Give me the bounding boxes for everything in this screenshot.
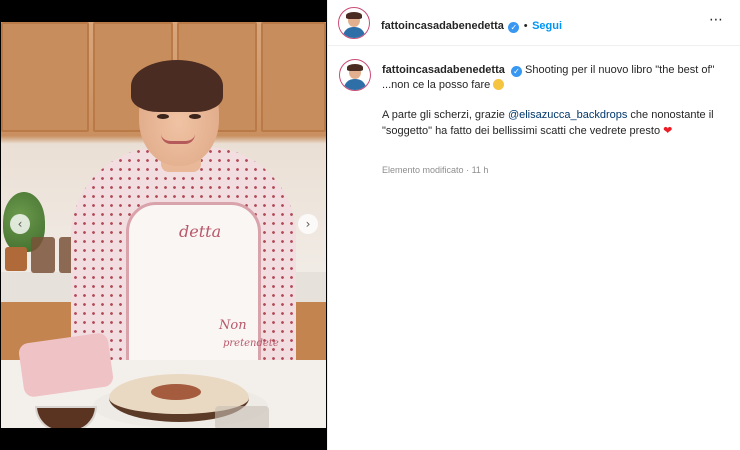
apron-text: pretendete bbox=[223, 338, 279, 349]
avatar-hair bbox=[346, 12, 362, 19]
apron-text: detta bbox=[179, 222, 222, 241]
mention-link[interactable]: @elisazucca_backdrops bbox=[508, 109, 627, 121]
apron-text: Non bbox=[219, 318, 247, 333]
post-photo[interactable]: detta Non pretendete bbox=[1, 22, 326, 428]
post-meta: Elemento modificato · 11 h bbox=[382, 165, 488, 175]
pane-divider bbox=[327, 0, 328, 450]
caption-username[interactable]: fattoincasadabenedetta bbox=[382, 64, 505, 76]
caption-text: ...non ce la posso fare bbox=[382, 79, 491, 91]
avatar[interactable] bbox=[338, 7, 370, 39]
caption-avatar[interactable] bbox=[339, 59, 371, 91]
bowl-of-beans bbox=[35, 406, 97, 428]
avatar-shirt bbox=[344, 79, 366, 90]
heart-emoji-icon: ❤ bbox=[663, 124, 673, 137]
header-username[interactable]: fattoincasadabenedetta bbox=[381, 20, 504, 32]
header-user-row: fattoincasadabenedetta ✓ • Segui bbox=[381, 16, 562, 34]
carousel-next-button[interactable]: › bbox=[298, 214, 318, 234]
more-options-icon[interactable]: ⋯ bbox=[709, 12, 724, 28]
verified-badge-icon: ✓ bbox=[510, 66, 522, 77]
post-header: fattoincasadabenedetta ✓ • Segui ⋯ bbox=[328, 0, 740, 46]
person-hair bbox=[131, 60, 223, 112]
caption-line: ...non ce la posso fare bbox=[382, 78, 722, 93]
jar bbox=[31, 237, 55, 273]
post-media: detta Non pretendete ‹ › bbox=[0, 0, 327, 450]
meta-separator: · bbox=[466, 165, 470, 175]
person-eye bbox=[157, 114, 169, 119]
avatar-hair bbox=[347, 64, 363, 71]
carousel-prev-button[interactable]: ‹ bbox=[10, 214, 30, 234]
person-smile bbox=[161, 134, 195, 144]
glass bbox=[215, 406, 269, 428]
kitchen-cabinet bbox=[1, 22, 89, 132]
verified-badge-icon: ✓ bbox=[508, 22, 520, 33]
post-caption: fattoincasadabenedetta ✓ Shooting per il… bbox=[382, 63, 722, 139]
cocoa-dusting bbox=[151, 384, 201, 400]
person-eye bbox=[189, 114, 201, 119]
post-time[interactable]: 11 h bbox=[472, 165, 489, 175]
avatar-shirt bbox=[343, 27, 365, 38]
plant-pot bbox=[5, 247, 27, 271]
caption-paragraph-1: fattoincasadabenedetta ✓ Shooting per il… bbox=[382, 63, 722, 78]
caption-paragraph-2: A parte gli scherzi, grazie @elisazucca_… bbox=[382, 108, 722, 139]
follow-button[interactable]: Segui bbox=[532, 20, 562, 32]
caption-text: A parte gli scherzi, grazie bbox=[382, 109, 508, 121]
header-separator: • bbox=[523, 20, 528, 32]
caption-text: Shooting per il nuovo libro "the best of… bbox=[525, 64, 715, 76]
kitchen-cabinet bbox=[261, 22, 326, 132]
edited-label: Elemento modificato bbox=[382, 165, 464, 175]
laughing-emoji-icon bbox=[493, 79, 505, 90]
